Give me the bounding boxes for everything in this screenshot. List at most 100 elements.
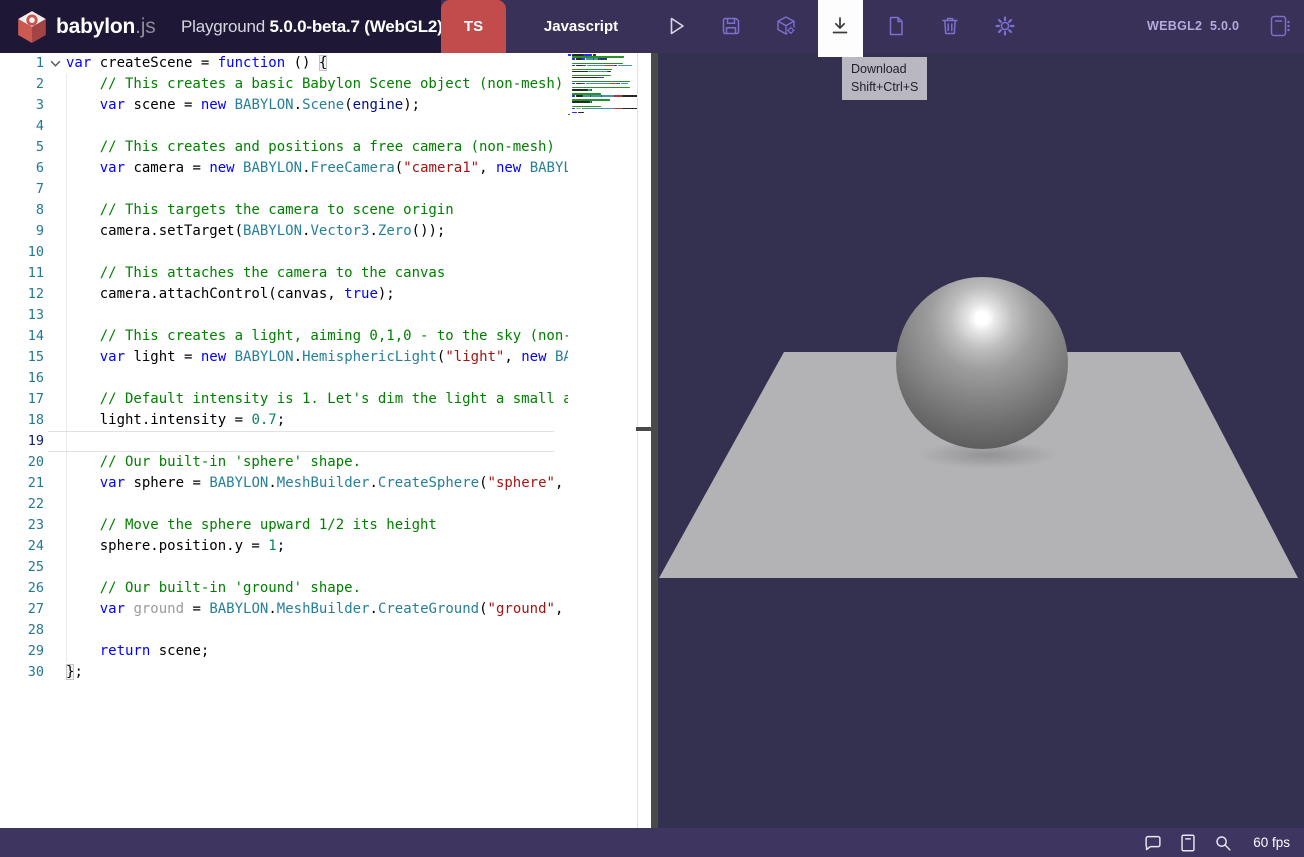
fold-margin	[44, 221, 66, 242]
code-text: var light = new BABYLON.HemisphericLight…	[66, 347, 568, 368]
code-line[interactable]: 25	[0, 557, 637, 578]
box-gear-icon	[774, 14, 798, 38]
line-number: 19	[0, 431, 44, 452]
code-line[interactable]: 22	[0, 494, 637, 515]
line-number: 6	[0, 158, 44, 179]
line-number: 24	[0, 536, 44, 557]
run-button[interactable]	[664, 14, 688, 38]
line-number: 23	[0, 515, 44, 536]
render-canvas[interactable]	[658, 53, 1304, 828]
save-button[interactable]	[719, 14, 743, 38]
fold-margin	[44, 578, 66, 599]
header-bar: babylon.js Playground 5.0.0-beta.7 (WebG…	[0, 0, 1304, 53]
fold-margin	[44, 473, 66, 494]
settings-button[interactable]	[993, 14, 1017, 38]
fold-margin	[44, 620, 66, 641]
code-line[interactable]: 30};	[0, 662, 637, 683]
minimap-line	[568, 95, 637, 97]
code-text	[66, 305, 568, 326]
code-text	[66, 242, 568, 263]
fold-margin	[44, 200, 66, 221]
code-editor[interactable]: 1var createScene = function () {2 // Thi…	[0, 53, 638, 828]
fold-margin	[44, 305, 66, 326]
code-line[interactable]: 11 // This attaches the camera to the ca…	[0, 263, 637, 284]
code-line[interactable]: 18 light.intensity = 0.7;	[0, 410, 637, 431]
pane-splitter[interactable]	[651, 53, 658, 828]
code-line[interactable]: 20 // Our built-in 'sphere' shape.	[0, 452, 637, 473]
code-line[interactable]: 15 var light = new BABYLON.HemisphericLi…	[0, 347, 637, 368]
new-button[interactable]	[884, 14, 908, 38]
engine-version-label: 5.0.0	[1210, 0, 1239, 53]
code-text: var createScene = function () {	[66, 53, 568, 74]
babylon-logo[interactable]: babylon.js	[16, 10, 156, 44]
code-text: // Move the sphere upward 1/2 its height	[66, 515, 568, 536]
typescript-tab[interactable]: TS	[441, 0, 506, 53]
splitter-handle[interactable]	[636, 427, 653, 431]
fold-margin	[44, 284, 66, 305]
code-line[interactable]: 26 // Our built-in 'ground' shape.	[0, 578, 637, 599]
fold-margin	[44, 326, 66, 347]
code-line[interactable]: 8 // This targets the camera to scene or…	[0, 200, 637, 221]
tooltip-shortcut: Shift+Ctrl+S	[851, 79, 918, 97]
code-line[interactable]: 7	[0, 179, 637, 200]
line-number: 28	[0, 620, 44, 641]
search-button[interactable]	[1212, 832, 1234, 854]
fold-margin	[44, 494, 66, 515]
code-line[interactable]: 3 var scene = new BABYLON.Scene(engine);	[0, 95, 637, 116]
line-number: 21	[0, 473, 44, 494]
minimap[interactable]	[568, 54, 637, 115]
examples-button[interactable]	[1267, 13, 1291, 37]
fold-margin	[44, 242, 66, 263]
clear-button[interactable]	[938, 14, 962, 38]
sphere-mesh	[896, 277, 1068, 449]
code-text: camera.attachControl(canvas, true);	[66, 284, 568, 305]
code-line[interactable]: 5 // This creates and positions a free c…	[0, 137, 637, 158]
code-line[interactable]: 23 // Move the sphere upward 1/2 its hei…	[0, 515, 637, 536]
line-number: 2	[0, 74, 44, 95]
line-number: 22	[0, 494, 44, 515]
comments-button[interactable]	[1142, 832, 1164, 854]
code-line[interactable]: 2 // This creates a basic Babylon Scene …	[0, 74, 637, 95]
code-line[interactable]: 14 // This creates a light, aiming 0,1,0…	[0, 326, 637, 347]
line-number: 12	[0, 284, 44, 305]
fold-margin	[44, 368, 66, 389]
code-line[interactable]: 12 camera.attachControl(canvas, true);	[0, 284, 637, 305]
code-line[interactable]: 13	[0, 305, 637, 326]
code-line[interactable]: 27 var ground = BABYLON.MeshBuilder.Crea…	[0, 599, 637, 620]
minimap-line	[568, 64, 637, 66]
code-text: // Our built-in 'sphere' shape.	[66, 452, 568, 473]
code-text: // Default intensity is 1. Let's dim the…	[66, 389, 568, 410]
code-line[interactable]: 17 // Default intensity is 1. Let's dim …	[0, 389, 637, 410]
code-line[interactable]: 6 var camera = new BABYLON.FreeCamera("c…	[0, 158, 637, 179]
line-number: 3	[0, 95, 44, 116]
line-number: 17	[0, 389, 44, 410]
code-text: light.intensity = 0.7;	[66, 410, 568, 431]
code-line[interactable]: 24 sphere.position.y = 1;	[0, 536, 637, 557]
code-line[interactable]: 16	[0, 368, 637, 389]
fold-margin	[44, 557, 66, 578]
inspector-button[interactable]	[774, 14, 798, 38]
fold-margin	[44, 536, 66, 557]
code-line[interactable]: 21 var sphere = BABYLON.MeshBuilder.Crea…	[0, 473, 637, 494]
line-number: 8	[0, 200, 44, 221]
fold-chevron-icon[interactable]	[44, 53, 66, 74]
code-line[interactable]: 1var createScene = function () {	[0, 53, 637, 74]
code-lines: 1var createScene = function () {2 // Thi…	[0, 53, 637, 683]
code-line[interactable]: 4	[0, 116, 637, 137]
code-line[interactable]: 10	[0, 242, 637, 263]
webgl-version-label: WEBGL2	[1147, 0, 1202, 53]
code-line[interactable]: 19	[0, 431, 637, 452]
save-floppy-icon	[719, 14, 743, 38]
line-number: 15	[0, 347, 44, 368]
code-line[interactable]: 9 camera.setTarget(BABYLON.Vector3.Zero(…	[0, 221, 637, 242]
code-line[interactable]: 28	[0, 620, 637, 641]
line-number: 10	[0, 242, 44, 263]
tooltip-title: Download	[851, 61, 918, 79]
language-selector[interactable]: Javascript	[506, 0, 656, 53]
docs-button[interactable]	[1177, 832, 1199, 854]
download-button[interactable]	[818, 0, 863, 57]
code-line[interactable]: 29 return scene;	[0, 641, 637, 662]
line-number: 11	[0, 263, 44, 284]
code-text	[66, 368, 568, 389]
status-bar: 60 fps	[0, 828, 1304, 857]
